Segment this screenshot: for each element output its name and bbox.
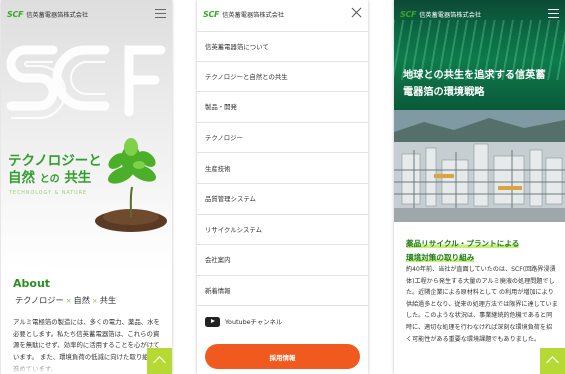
page-title-line2: 電器箔の環境戦略	[403, 87, 485, 98]
hero-word-nature: 自然	[8, 170, 35, 186]
times-separator: ×	[65, 297, 72, 305]
nav-item-recycle[interactable]: リサイクルシステム	[197, 215, 368, 246]
about-word-technology: テクノロジー	[15, 295, 64, 305]
brand-logo[interactable]: SCF	[400, 10, 417, 19]
section-body: 約40年前、当社が直面していたのは、SCF(回路界浸漬体)工程から発生する大量の…	[406, 266, 558, 343]
hero-title-line1: テクノロジーと	[8, 153, 102, 169]
about-tagline: テクノロジー × 自然 × 共生	[15, 294, 116, 306]
brand-name[interactable]: 信英蓄電器箔株式会社	[222, 10, 284, 19]
about-word-nature: 自然	[73, 295, 90, 305]
arrow-up-icon[interactable]	[540, 348, 565, 374]
nav-item-quality[interactable]: 品質管理システム	[197, 184, 368, 215]
brand-logo[interactable]: SCF	[7, 10, 24, 19]
nav-item-youtube[interactable]: Youtubeチャンネル	[197, 306, 368, 337]
plant-illustration	[95, 138, 167, 232]
nav-menu: 信英蓄電器箔について テクノロジーと自然との共生 製品・開発 テクノロジー 生産…	[197, 31, 368, 337]
nav-item-company[interactable]: 会社案内	[197, 245, 368, 276]
header: SCF 信英蓄電器箔株式会社	[1, 0, 172, 28]
page-title: 地球との共生を追求する信英蓄 電器箔の環境戦略	[403, 67, 546, 101]
about-word-symbiosis: 共生	[99, 295, 117, 305]
hero-word-symbiosis: 共生	[64, 170, 92, 186]
phone-screen-environment: SCF 信英蓄電器箔株式会社 地球との共生を追求する信英蓄 電器箔の環境戦略 薬…	[394, 0, 565, 374]
page-title-line1: 地球との共生を追求する信英蓄	[403, 70, 546, 81]
menu-icon[interactable]	[548, 9, 559, 18]
section-heading: 薬品リサイクル・プラントによる 環境対策の取り組み	[406, 237, 520, 265]
hero-subtitle: TECHNOLOGY & NATURE	[9, 191, 88, 196]
nav-item-news[interactable]: 新着情報	[197, 276, 368, 307]
hero-section: テクノロジーと 自然 との 共生 TECHNOLOGY & NATURE	[1, 0, 172, 270]
recruit-button[interactable]: 採用情報	[205, 344, 360, 369]
nav-item-about[interactable]: 信英蓄電器箔について	[197, 31, 368, 62]
factory-photo	[394, 110, 565, 222]
header: SCF 信英蓄電器箔株式会社	[197, 0, 368, 28]
nav-item-technology[interactable]: テクノロジー	[197, 123, 368, 154]
nav-item-products[interactable]: 製品・開発	[197, 92, 368, 123]
section-heading-line2: 環境対策の取り組み	[406, 253, 475, 262]
brand-logo[interactable]: SCF	[203, 10, 220, 19]
menu-icon[interactable]	[155, 9, 166, 18]
header: SCF 信英蓄電器箔株式会社	[394, 0, 565, 28]
hero-title: テクノロジーと 自然 との 共生	[8, 153, 102, 188]
nav-item-production[interactable]: 生産技術	[197, 153, 368, 184]
phone-screen-menu: SCF 信英蓄電器箔株式会社 信英蓄電器箔について テクノロジーと自然との共生 …	[197, 0, 368, 374]
hero-word-to: との	[39, 174, 60, 185]
about-title: About	[13, 277, 51, 290]
youtube-icon	[205, 316, 220, 327]
section-heading-line1: 薬品リサイクル・プラントによる	[406, 239, 520, 248]
nav-item-technology-nature[interactable]: テクノロジーと自然との共生	[197, 62, 368, 93]
hero-title-line2: 自然 との 共生	[8, 170, 102, 188]
brand-name[interactable]: 信英蓄電器箔株式会社	[26, 10, 88, 19]
scf-logo-graphic	[6, 45, 166, 119]
brand-name[interactable]: 信英蓄電器箔株式会社	[419, 10, 481, 19]
phone-screen-home: テクノロジーと 自然 との 共生 TECHNOLOGY & NATURE SCF…	[1, 0, 172, 374]
youtube-label: Youtubeチャンネル	[225, 318, 283, 327]
times-separator: ×	[91, 297, 98, 305]
close-icon[interactable]	[351, 7, 362, 18]
arrow-up-icon[interactable]	[147, 348, 172, 374]
